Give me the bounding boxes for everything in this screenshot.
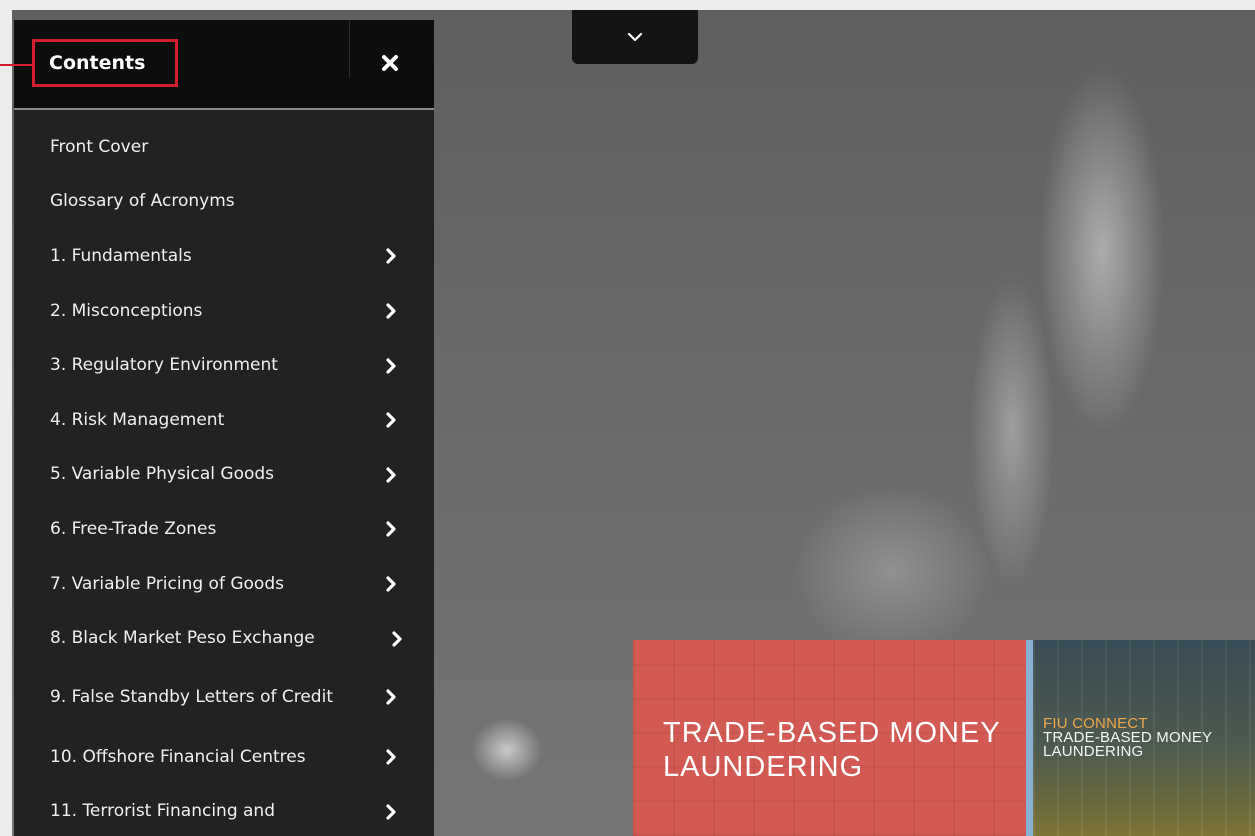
dark-panel-line-2: LAUNDERING [1043,743,1144,760]
toc-item-label: 6. Free-Trade Zones [50,518,217,539]
toc-list: Front Cover Glossary of Acronyms 1. Fund… [14,120,434,836]
toc-item-label: 5. Variable Physical Goods [50,464,275,485]
close-icon [382,55,398,71]
app-window: TRADE-BASED MONEY LAUNDERING FIU CONNECT… [0,0,1255,836]
dark-panel-text: FIU CONNECT TRADE-BASED MONEY LAUNDERING [1043,716,1212,760]
book-title: TRADE-BASED MONEY LAUNDERING [663,717,1001,783]
chevron-right-icon[interactable] [384,688,398,706]
chevron-right-icon[interactable] [384,357,398,375]
toc-item-label: 4. Risk Management [50,409,225,430]
book-cover-dark-panel: FIU CONNECT TRADE-BASED MONEY LAUNDERING [1033,640,1255,836]
book-cover-red-panel: TRADE-BASED MONEY LAUNDERING [633,640,1026,836]
chevron-right-icon[interactable] [384,575,398,593]
collapse-toolbar-button[interactable] [572,10,698,64]
toc-item-label: 7. Variable Pricing of Goods [50,573,284,594]
toc-item-label: 11. Terrorist Financing and [50,801,275,822]
chevron-down-icon [627,32,643,42]
header-divider [349,20,350,78]
toc-item-label: 2. Misconceptions [50,300,203,321]
toc-item-variable-pricing-of-goods[interactable]: 7. Variable Pricing of Goods [14,557,434,612]
toc-item-label: 1. Fundamentals [50,245,192,266]
toc-item-label: 10. Offshore Financial Centres [50,746,306,767]
contents-sidebar: Contents Front Cover Glossary of Acronym… [14,20,434,836]
chevron-right-icon[interactable] [384,247,398,265]
toc-item-front-cover[interactable]: Front Cover [14,120,434,175]
contents-title: Contents [49,52,146,74]
chevron-right-icon[interactable] [390,630,404,648]
chevron-right-icon[interactable] [384,803,398,821]
chevron-right-icon[interactable] [384,748,398,766]
chevron-right-icon[interactable] [384,302,398,320]
toc-item-offshore-financial-centres[interactable]: 10. Offshore Financial Centres [14,730,434,785]
toc-item-label: 3. Regulatory Environment [50,355,278,376]
sidebar-header: Contents [14,20,434,110]
chevron-right-icon[interactable] [384,411,398,429]
toc-item-terrorist-financing[interactable]: 11. Terrorist Financing and [14,785,434,836]
chevron-right-icon[interactable] [384,466,398,484]
toc-item-regulatory-environment[interactable]: 3. Regulatory Environment [14,338,434,393]
close-sidebar-button[interactable] [374,47,406,79]
toc-item-black-market-peso-exchange[interactable]: 8. Black Market Peso Exchange [14,611,434,666]
toc-item-label: Glossary of Acronyms [50,191,235,212]
toc-item-risk-management[interactable]: 4. Risk Management [14,393,434,448]
toc-item-variable-physical-goods[interactable]: 5. Variable Physical Goods [14,448,434,503]
toc-item-free-trade-zones[interactable]: 6. Free-Trade Zones [14,502,434,557]
toc-item-fundamentals[interactable]: 1. Fundamentals [14,229,434,284]
annotation-connector [0,64,32,66]
toc-item-misconceptions[interactable]: 2. Misconceptions [14,284,434,339]
chevron-right-icon[interactable] [384,520,398,538]
toc-item-glossary[interactable]: Glossary of Acronyms [14,175,434,230]
panel-divider [1026,640,1033,836]
contents-title-highlight: Contents [32,39,178,87]
toc-item-label: 8. Black Market Peso Exchange [50,628,315,649]
toc-item-false-standby-letters[interactable]: 9. False Standby Letters of Credit [14,666,434,730]
toc-item-label: Front Cover [50,136,149,157]
toc-item-label: 9. False Standby Letters of Credit [50,687,333,708]
